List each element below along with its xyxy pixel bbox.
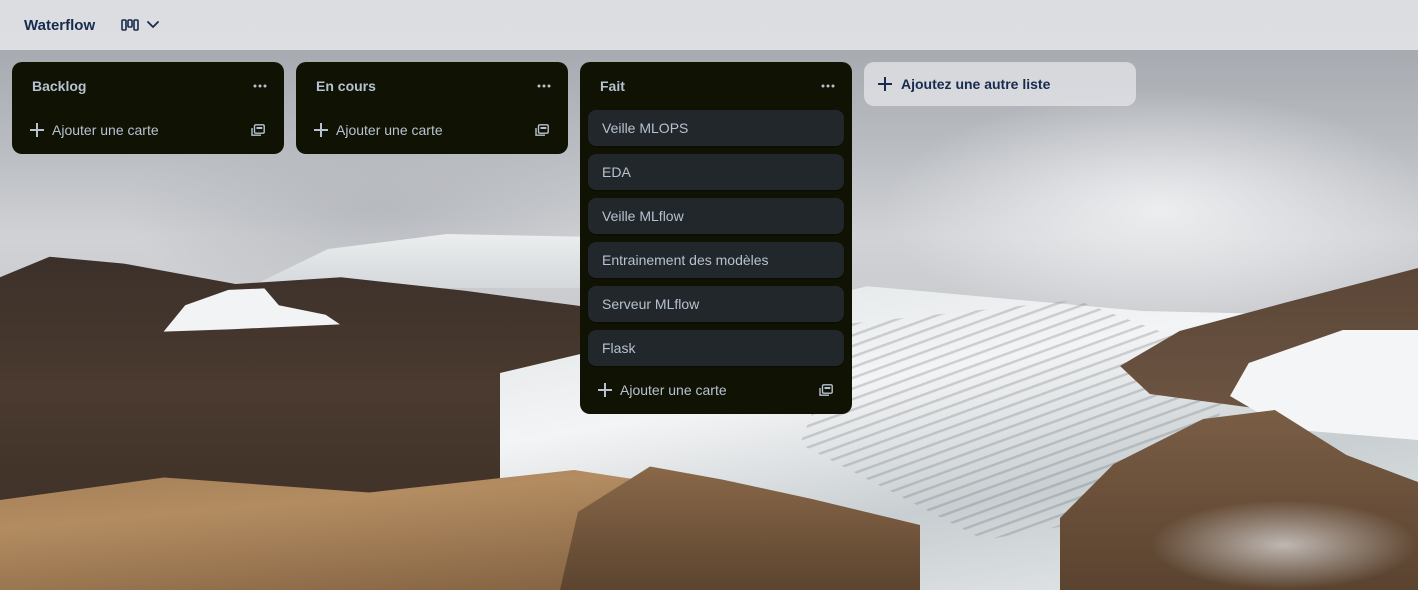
- add-card-label: Ajouter une carte: [336, 122, 443, 138]
- plus-icon: [30, 123, 44, 137]
- list-more-button[interactable]: [248, 74, 272, 98]
- list-header: En cours: [296, 62, 568, 110]
- list-title[interactable]: Fait: [600, 78, 625, 94]
- add-card-button[interactable]: Ajouter une carte: [304, 110, 560, 150]
- board-header: Waterflow: [0, 0, 1418, 50]
- card-list: Veille MLOPS EDA Veille MLflow Entrainem…: [580, 110, 852, 366]
- chevron-down-icon: [147, 21, 160, 29]
- board-title[interactable]: Waterflow: [24, 17, 95, 34]
- add-card-label: Ajouter une carte: [620, 382, 727, 398]
- list-title[interactable]: Backlog: [32, 78, 86, 94]
- plus-icon: [878, 77, 892, 91]
- list-header: Fait: [580, 62, 852, 110]
- ellipsis-icon: [253, 84, 267, 88]
- list-title[interactable]: En cours: [316, 78, 376, 94]
- card-template-button[interactable]: [248, 120, 268, 140]
- add-list-label: Ajoutez une autre liste: [901, 76, 1051, 92]
- add-card-button[interactable]: Ajouter une carte: [20, 110, 276, 150]
- template-icon: [535, 123, 549, 136]
- card-template-button[interactable]: [532, 120, 552, 140]
- add-card-label: Ajouter une carte: [52, 122, 159, 138]
- plus-icon: [314, 123, 328, 137]
- card[interactable]: Serveur MLflow: [588, 286, 844, 322]
- list-fait: Fait Veille MLOPS EDA Veille MLflow Entr…: [580, 62, 852, 414]
- board-view-switcher[interactable]: [117, 12, 163, 38]
- list-header: Backlog: [12, 62, 284, 110]
- ellipsis-icon: [821, 84, 835, 88]
- card[interactable]: EDA: [588, 154, 844, 190]
- list-en-cours: En cours Ajouter une carte: [296, 62, 568, 154]
- list-more-button[interactable]: [816, 74, 840, 98]
- card[interactable]: Flask: [588, 330, 844, 366]
- template-icon: [819, 383, 833, 396]
- board-columns-icon: [121, 19, 139, 31]
- list-backlog: Backlog Ajouter une carte: [12, 62, 284, 154]
- card[interactable]: Veille MLflow: [588, 198, 844, 234]
- list-more-button[interactable]: [532, 74, 556, 98]
- add-card-button[interactable]: Ajouter une carte: [588, 370, 844, 410]
- card[interactable]: Veille MLOPS: [588, 110, 844, 146]
- plus-icon: [598, 383, 612, 397]
- card-template-button[interactable]: [816, 380, 836, 400]
- ellipsis-icon: [537, 84, 551, 88]
- add-list-button[interactable]: Ajoutez une autre liste: [864, 62, 1136, 106]
- card[interactable]: Entrainement des modèles: [588, 242, 844, 278]
- template-icon: [251, 123, 265, 136]
